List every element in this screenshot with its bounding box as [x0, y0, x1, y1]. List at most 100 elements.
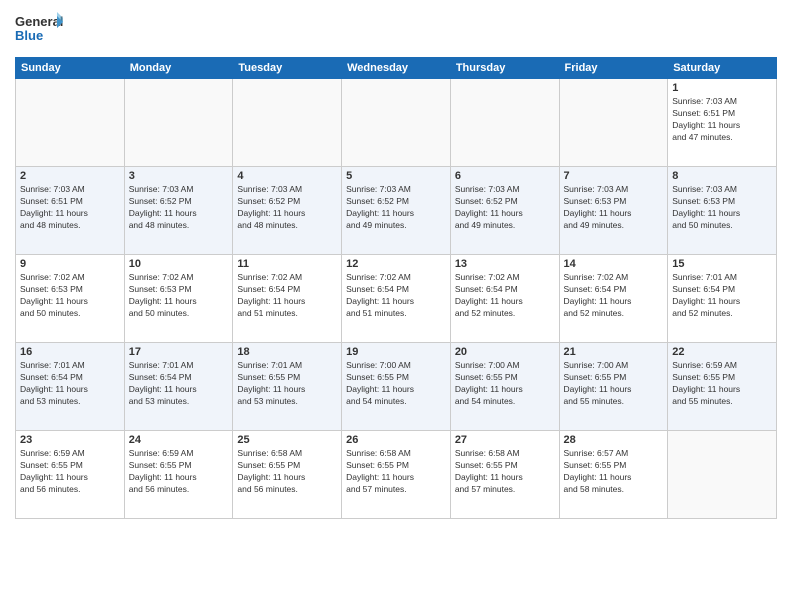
day-cell: [450, 79, 559, 167]
weekday-monday: Monday: [124, 58, 233, 79]
weekday-friday: Friday: [559, 58, 668, 79]
day-info: Sunrise: 6:59 AM Sunset: 6:55 PM Dayligh…: [20, 448, 120, 496]
day-info: Sunrise: 7:01 AM Sunset: 6:54 PM Dayligh…: [20, 360, 120, 408]
day-info: Sunrise: 7:03 AM Sunset: 6:53 PM Dayligh…: [672, 184, 772, 232]
weekday-sunday: Sunday: [16, 58, 125, 79]
day-info: Sunrise: 7:02 AM Sunset: 6:53 PM Dayligh…: [129, 272, 229, 320]
week-row-3: 9 Sunrise: 7:02 AM Sunset: 6:53 PM Daylig…: [16, 255, 777, 343]
day-cell: 9 Sunrise: 7:02 AM Sunset: 6:53 PM Daylig…: [16, 255, 125, 343]
day-cell: [668, 431, 777, 519]
day-info: Sunrise: 7:03 AM Sunset: 6:52 PM Dayligh…: [129, 184, 229, 232]
day-cell: [233, 79, 342, 167]
day-cell: 27Sunrise: 6:58 AM Sunset: 6:55 PM Dayli…: [450, 431, 559, 519]
day-cell: 18 Sunrise: 7:01 AM Sunset: 6:55 PM Dayli…: [233, 343, 342, 431]
week-row-2: 2Sunrise: 7:03 AM Sunset: 6:51 PM Daylig…: [16, 167, 777, 255]
day-number: 2: [20, 170, 120, 182]
day-info: Sunrise: 7:03 AM Sunset: 6:53 PM Dayligh…: [564, 184, 664, 232]
day-info: Sunrise: 7:00 AM Sunset: 6:55 PM Dayligh…: [564, 360, 664, 408]
week-row-4: 16 Sunrise: 7:01 AM Sunset: 6:54 PM Dayli…: [16, 343, 777, 431]
day-number: 4: [237, 170, 337, 182]
day-number: 25: [237, 434, 337, 446]
day-number: 24: [129, 434, 229, 446]
day-cell: 16 Sunrise: 7:01 AM Sunset: 6:54 PM Dayli…: [16, 343, 125, 431]
weekday-saturday: Saturday: [668, 58, 777, 79]
day-info: Sunrise: 7:01 AM Sunset: 6:54 PM Dayligh…: [129, 360, 229, 408]
header: General Blue: [15, 10, 777, 51]
day-info: Sunrise: 7:02 AM Sunset: 6:54 PM Dayligh…: [237, 272, 337, 320]
day-cell: 6 Sunrise: 7:03 AM Sunset: 6:52 PM Daylig…: [450, 167, 559, 255]
day-number: 10: [129, 258, 229, 270]
day-cell: 7 Sunrise: 7:03 AM Sunset: 6:53 PM Daylig…: [559, 167, 668, 255]
day-info: Sunrise: 6:57 AM Sunset: 6:55 PM Dayligh…: [564, 448, 664, 496]
day-info: Sunrise: 6:59 AM Sunset: 6:55 PM Dayligh…: [129, 448, 229, 496]
weekday-header-row: SundayMondayTuesdayWednesdayThursdayFrid…: [16, 58, 777, 79]
day-number: 9: [20, 258, 120, 270]
day-info: Sunrise: 7:02 AM Sunset: 6:54 PM Dayligh…: [564, 272, 664, 320]
day-info: Sunrise: 6:59 AM Sunset: 6:55 PM Dayligh…: [672, 360, 772, 408]
day-number: 3: [129, 170, 229, 182]
day-number: 8: [672, 170, 772, 182]
day-number: 14: [564, 258, 664, 270]
day-cell: 21Sunrise: 7:00 AM Sunset: 6:55 PM Dayli…: [559, 343, 668, 431]
day-info: Sunrise: 7:03 AM Sunset: 6:52 PM Dayligh…: [237, 184, 337, 232]
day-number: 13: [455, 258, 555, 270]
week-row-1: 1 Sunrise: 7:03 AM Sunset: 6:51 PM Daylig…: [16, 79, 777, 167]
day-number: 1: [672, 82, 772, 94]
day-number: 26: [346, 434, 446, 446]
day-cell: [124, 79, 233, 167]
day-number: 7: [564, 170, 664, 182]
day-number: 16: [20, 346, 120, 358]
day-cell: 17 Sunrise: 7:01 AM Sunset: 6:54 PM Dayli…: [124, 343, 233, 431]
day-cell: 24 Sunrise: 6:59 AM Sunset: 6:55 PM Dayli…: [124, 431, 233, 519]
day-number: 23: [20, 434, 120, 446]
svg-text:Blue: Blue: [15, 28, 43, 43]
day-cell: [342, 79, 451, 167]
day-number: 20: [455, 346, 555, 358]
day-cell: 28 Sunrise: 6:57 AM Sunset: 6:55 PM Dayli…: [559, 431, 668, 519]
day-cell: 15Sunrise: 7:01 AM Sunset: 6:54 PM Dayli…: [668, 255, 777, 343]
day-cell: 14 Sunrise: 7:02 AM Sunset: 6:54 PM Dayli…: [559, 255, 668, 343]
day-cell: 23 Sunrise: 6:59 AM Sunset: 6:55 PM Dayli…: [16, 431, 125, 519]
day-info: Sunrise: 7:00 AM Sunset: 6:55 PM Dayligh…: [346, 360, 446, 408]
day-cell: 26Sunrise: 6:58 AM Sunset: 6:55 PM Dayli…: [342, 431, 451, 519]
day-cell: 5Sunrise: 7:03 AM Sunset: 6:52 PM Daylig…: [342, 167, 451, 255]
day-cell: 10 Sunrise: 7:02 AM Sunset: 6:53 PM Dayli…: [124, 255, 233, 343]
page: General Blue SundayMondayTuesdayWednesda…: [0, 0, 792, 612]
day-info: Sunrise: 7:03 AM Sunset: 6:52 PM Dayligh…: [455, 184, 555, 232]
day-cell: [559, 79, 668, 167]
day-cell: 3 Sunrise: 7:03 AM Sunset: 6:52 PM Daylig…: [124, 167, 233, 255]
week-row-5: 23 Sunrise: 6:59 AM Sunset: 6:55 PM Dayli…: [16, 431, 777, 519]
day-number: 22: [672, 346, 772, 358]
day-info: Sunrise: 7:00 AM Sunset: 6:55 PM Dayligh…: [455, 360, 555, 408]
calendar-table: SundayMondayTuesdayWednesdayThursdayFrid…: [15, 57, 777, 519]
weekday-thursday: Thursday: [450, 58, 559, 79]
day-cell: 19 Sunrise: 7:00 AM Sunset: 6:55 PM Dayli…: [342, 343, 451, 431]
weekday-tuesday: Tuesday: [233, 58, 342, 79]
day-cell: 2Sunrise: 7:03 AM Sunset: 6:51 PM Daylig…: [16, 167, 125, 255]
day-number: 18: [237, 346, 337, 358]
day-cell: 11 Sunrise: 7:02 AM Sunset: 6:54 PM Dayli…: [233, 255, 342, 343]
day-number: 6: [455, 170, 555, 182]
day-cell: 22 Sunrise: 6:59 AM Sunset: 6:55 PM Dayli…: [668, 343, 777, 431]
day-cell: 13 Sunrise: 7:02 AM Sunset: 6:54 PM Dayli…: [450, 255, 559, 343]
day-number: 15: [672, 258, 772, 270]
weekday-wednesday: Wednesday: [342, 58, 451, 79]
day-info: Sunrise: 7:01 AM Sunset: 6:55 PM Dayligh…: [237, 360, 337, 408]
day-cell: 20 Sunrise: 7:00 AM Sunset: 6:55 PM Dayli…: [450, 343, 559, 431]
logo: General Blue: [15, 10, 63, 51]
day-cell: [16, 79, 125, 167]
svg-text:General: General: [15, 14, 63, 29]
day-info: Sunrise: 7:02 AM Sunset: 6:53 PM Dayligh…: [20, 272, 120, 320]
day-number: 12: [346, 258, 446, 270]
day-number: 11: [237, 258, 337, 270]
day-info: Sunrise: 7:03 AM Sunset: 6:51 PM Dayligh…: [672, 96, 772, 144]
day-number: 28: [564, 434, 664, 446]
day-cell: 4 Sunrise: 7:03 AM Sunset: 6:52 PM Daylig…: [233, 167, 342, 255]
day-info: Sunrise: 7:02 AM Sunset: 6:54 PM Dayligh…: [455, 272, 555, 320]
day-cell: 1 Sunrise: 7:03 AM Sunset: 6:51 PM Daylig…: [668, 79, 777, 167]
day-info: Sunrise: 7:02 AM Sunset: 6:54 PM Dayligh…: [346, 272, 446, 320]
day-cell: 8 Sunrise: 7:03 AM Sunset: 6:53 PM Daylig…: [668, 167, 777, 255]
day-number: 19: [346, 346, 446, 358]
day-number: 17: [129, 346, 229, 358]
day-number: 27: [455, 434, 555, 446]
